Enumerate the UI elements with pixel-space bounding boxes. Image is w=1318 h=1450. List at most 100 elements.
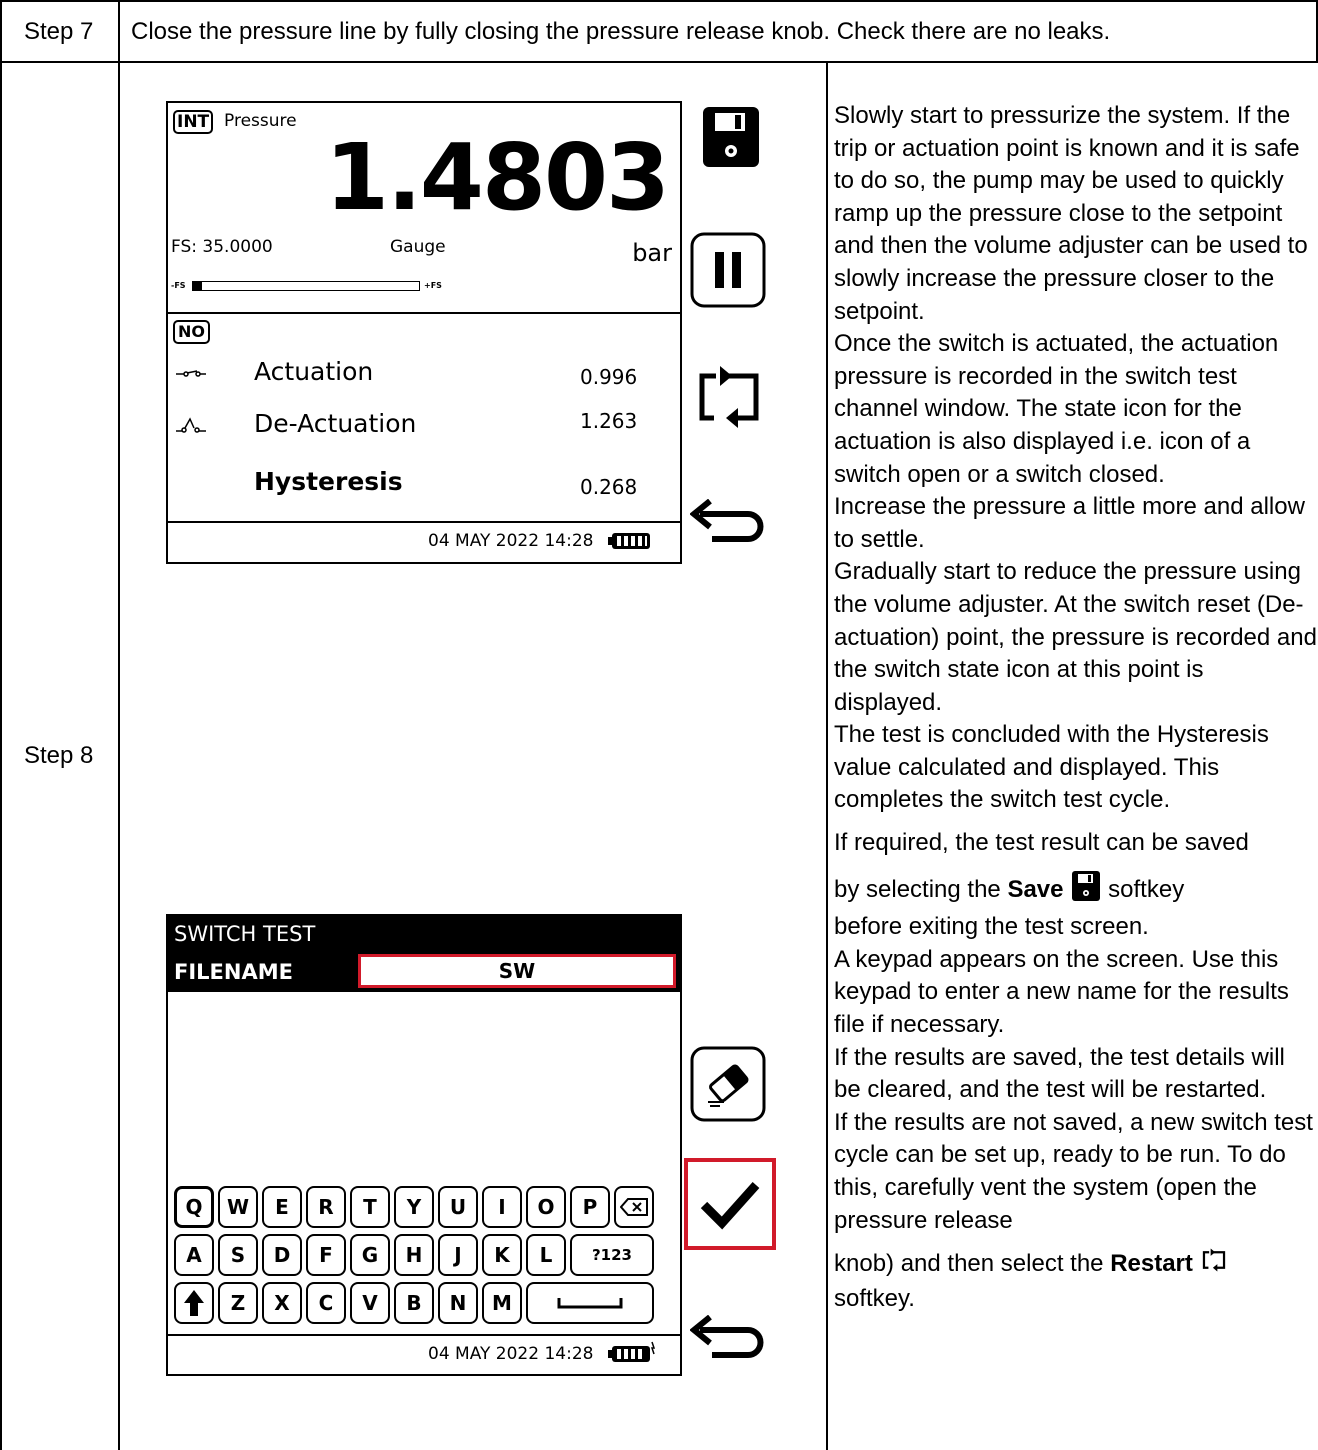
key-f[interactable]: F: [306, 1234, 346, 1276]
key-x[interactable]: X: [262, 1282, 302, 1324]
key-label: E: [275, 1195, 289, 1219]
description-paragraph: Gradually start to reduce the pressure u…: [834, 558, 1317, 716]
description-text: softkey: [1101, 875, 1185, 903]
key-w[interactable]: W: [218, 1186, 258, 1228]
key-label: W: [226, 1195, 250, 1219]
pause-softkey[interactable]: [690, 232, 766, 308]
range-bar-max-label: +FS: [424, 281, 442, 290]
key-label: A: [186, 1243, 202, 1267]
step8-description: Slowly start to pressurize the system. I…: [834, 100, 1318, 1315]
backspace-key[interactable]: [614, 1186, 654, 1228]
screen-divider: [168, 312, 680, 314]
key-label: R: [318, 1195, 334, 1219]
key-m[interactable]: M: [482, 1282, 522, 1324]
key-label: L: [539, 1243, 553, 1267]
key-label: Q: [185, 1195, 203, 1219]
full-scale-label: FS: 35.0000: [171, 237, 273, 257]
key-j[interactable]: J: [438, 1234, 478, 1276]
step7-label: Step 7: [24, 18, 94, 45]
inline-restart-icon: [1201, 1247, 1227, 1283]
gauge-label: Gauge: [390, 237, 446, 257]
key-d[interactable]: D: [262, 1234, 302, 1276]
key-u[interactable]: U: [438, 1186, 478, 1228]
status-bar-divider: [168, 1334, 680, 1336]
actuation-label: Actuation: [254, 357, 374, 386]
key-c[interactable]: C: [306, 1282, 346, 1324]
key-label: Z: [230, 1291, 246, 1315]
description-paragraph: Slowly start to pressurize the system. I…: [834, 102, 1308, 325]
key-label: J: [454, 1243, 462, 1267]
key-z[interactable]: Z: [218, 1282, 258, 1324]
no-tag: NO: [173, 320, 210, 344]
key-label: V: [362, 1291, 378, 1315]
save-keyword: Save: [1007, 875, 1064, 903]
key-e[interactable]: E: [262, 1186, 302, 1228]
filename-value: SW: [498, 959, 536, 983]
back-softkey[interactable]: [690, 496, 770, 552]
key-label: B: [406, 1291, 422, 1315]
key-y[interactable]: Y: [394, 1186, 434, 1228]
description-text: knob) and then select the: [834, 1250, 1111, 1278]
key-label: I: [498, 1195, 506, 1219]
key-q[interactable]: Q: [174, 1186, 214, 1228]
key-o[interactable]: O: [526, 1186, 566, 1228]
key-v[interactable]: V: [350, 1282, 390, 1324]
space-icon: [557, 1298, 623, 1309]
description-paragraph: Once the switch is actuated, the actuati…: [834, 330, 1279, 488]
shift-icon: [184, 1290, 204, 1316]
key-r[interactable]: R: [306, 1186, 346, 1228]
pressure-reading: 1.4803: [324, 124, 670, 231]
key-label: O: [537, 1195, 555, 1219]
description-text: by selecting the: [834, 875, 1008, 903]
clear-softkey[interactable]: [690, 1046, 766, 1122]
switch-open-icon: [176, 365, 206, 384]
key-l[interactable]: L: [526, 1234, 566, 1276]
key-g[interactable]: G: [350, 1234, 390, 1276]
battery-icon: [608, 532, 652, 554]
key-n[interactable]: N: [438, 1282, 478, 1324]
key-a[interactable]: A: [174, 1234, 214, 1276]
key-b[interactable]: B: [394, 1282, 434, 1324]
description-paragraph: The test is concluded with the Hysteresi…: [834, 721, 1269, 814]
key-label: C: [318, 1291, 334, 1315]
step8-label: Step 8: [24, 742, 94, 769]
key-label: ?123: [591, 1246, 632, 1264]
shift-key[interactable]: [174, 1282, 214, 1324]
key-t[interactable]: T: [350, 1186, 390, 1228]
key-label: D: [273, 1243, 291, 1267]
key-label: G: [361, 1243, 379, 1267]
back-softkey-2[interactable]: [690, 1312, 770, 1368]
description-paragraph: If the results are not saved, a new swit…: [834, 1108, 1313, 1234]
space-key[interactable]: [526, 1282, 654, 1324]
description-paragraph: Increase the pressure a little more and …: [834, 493, 1305, 553]
filename-input[interactable]: SW: [358, 954, 676, 988]
int-tag: INT: [173, 110, 214, 134]
key-h[interactable]: H: [394, 1234, 434, 1276]
key-i[interactable]: I: [482, 1186, 522, 1228]
step7-instruction: Close the pressure line by fully closing…: [131, 18, 1111, 45]
key-k[interactable]: K: [482, 1234, 522, 1276]
key-s[interactable]: S: [218, 1234, 258, 1276]
unit-label: bar: [632, 239, 672, 267]
step-column-divider: [118, 0, 120, 1450]
description-paragraph: If required, the test result can be save…: [834, 829, 1249, 857]
restart-softkey[interactable]: [694, 362, 764, 432]
backspace-icon: [620, 1198, 648, 1216]
key-label: H: [405, 1243, 423, 1267]
numeric-toggle-key[interactable]: ?123: [570, 1234, 654, 1276]
key-label: X: [274, 1291, 290, 1315]
confirm-softkey[interactable]: [684, 1158, 776, 1250]
table-left-border: [0, 0, 2, 1450]
battery-charging-icon: [608, 1340, 658, 1368]
save-softkey[interactable]: [698, 104, 764, 170]
row-divider: [0, 61, 1318, 63]
key-label: N: [449, 1291, 467, 1315]
key-p[interactable]: P: [570, 1186, 610, 1228]
range-bar-fill: [193, 282, 202, 290]
key-label: F: [319, 1243, 333, 1267]
actuation-value: 0.996: [580, 365, 638, 389]
range-bar-min-label: -FS: [171, 281, 186, 290]
description-paragraph: softkey.: [834, 1284, 915, 1312]
range-bar: [192, 281, 420, 291]
description-paragraph: If the results are saved, the test detai…: [834, 1043, 1285, 1104]
